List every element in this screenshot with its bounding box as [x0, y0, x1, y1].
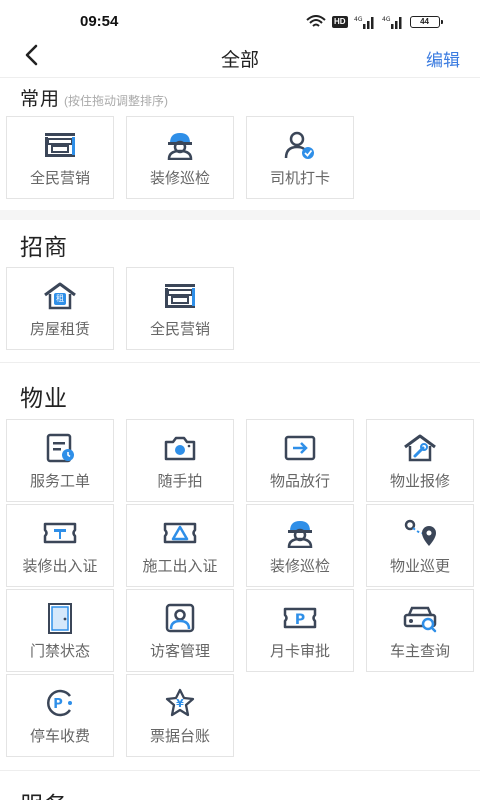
svg-text:4G: 4G: [382, 16, 391, 23]
status-icons: HD 4G 4G 44: [306, 13, 443, 31]
tile-marketing[interactable]: 全民营销: [6, 116, 114, 199]
item-release-icon: [280, 432, 320, 464]
page-title: 全部: [220, 50, 259, 71]
camera-icon: [160, 432, 200, 464]
tile-property-repair[interactable]: 物业报修: [366, 419, 474, 502]
nav-bar: 全部 编辑: [0, 36, 480, 78]
tile-label: 装修巡检: [149, 170, 210, 187]
svg-text:4G: 4G: [354, 16, 363, 23]
construction-pass-icon: [160, 517, 200, 549]
tile-renovation-inspection[interactable]: 装修巡检: [246, 504, 354, 587]
edit-button[interactable]: 编辑: [426, 46, 460, 71]
tile-label: 全民营销: [149, 321, 210, 338]
tile-label: 门禁状态: [29, 643, 90, 660]
renovation-worker-icon: [280, 517, 320, 549]
tile-parking-fee[interactable]: P 停车收费: [6, 674, 114, 757]
tile-property-patrol[interactable]: 物业巡更: [366, 504, 474, 587]
tile-work-order[interactable]: 服务工单: [6, 419, 114, 502]
tile-label: 装修巡检: [269, 558, 330, 575]
parking-card-icon: P: [280, 602, 320, 634]
section-hint: (按住拖动调整排序): [64, 94, 169, 108]
section-divider: [0, 210, 480, 220]
marketing-icon: [160, 280, 200, 312]
tile-label: 月卡审批: [269, 643, 330, 660]
visitor-icon: [160, 602, 200, 634]
receipt-ledger-icon: ¥: [160, 687, 200, 719]
section-title: 物业: [20, 385, 68, 411]
tile-label: 停车收费: [29, 728, 90, 745]
tile-label: 全民营销: [29, 170, 90, 187]
tile-renovation-inspection[interactable]: 装修巡检: [126, 116, 234, 199]
tile-label: 随手拍: [157, 473, 203, 490]
tile-label: 房屋租赁: [29, 321, 90, 338]
hd-badge: HD: [332, 16, 348, 28]
tile-driver-checkin[interactable]: 司机打卡: [246, 116, 354, 199]
tile-car-owner-query[interactable]: 车主查询: [366, 589, 474, 672]
status-time: 09:54: [80, 13, 119, 30]
tile-label: 访客管理: [149, 643, 210, 660]
back-button[interactable]: [14, 42, 50, 72]
tile-house-rent[interactable]: 租 房屋租赁: [6, 267, 114, 350]
house-rent-icon: 租: [40, 280, 80, 312]
section-title: 招商: [20, 234, 68, 260]
tile-label: 物业巡更: [389, 558, 450, 575]
chevron-left-icon: [24, 44, 40, 71]
tile-construction-pass[interactable]: 施工出入证: [126, 504, 234, 587]
signal-icon: 4G: [354, 15, 376, 29]
patrol-route-icon: [400, 517, 440, 549]
tile-door-access[interactable]: 门禁状态: [6, 589, 114, 672]
marketing-icon: [40, 129, 80, 161]
yuan-badge: ¥: [176, 697, 184, 710]
tile-label: 装修出入证: [22, 558, 98, 575]
repair-icon: [400, 432, 440, 464]
parking-badge: P: [295, 612, 305, 628]
wifi-icon: [306, 15, 326, 29]
car-search-icon: [400, 602, 440, 634]
tile-item-release[interactable]: 物品放行: [246, 419, 354, 502]
tile-visitor-management[interactable]: 访客管理: [126, 589, 234, 672]
tile-label: 服务工单: [29, 473, 90, 490]
tile-label: 物品放行: [269, 473, 330, 490]
battery-indicator: 44: [409, 16, 443, 28]
tile-receipt-ledger[interactable]: ¥ 票据台账: [126, 674, 234, 757]
parking-badge: P: [53, 697, 63, 712]
tile-renovation-pass[interactable]: 装修出入证: [6, 504, 114, 587]
tile-label: 物业报修: [389, 473, 450, 490]
renovation-worker-icon: [160, 129, 200, 161]
tile-marketing[interactable]: 全民营销: [126, 267, 234, 350]
rent-badge-text: 租: [56, 293, 64, 303]
work-order-icon: [40, 432, 80, 464]
parking-fee-icon: P: [40, 687, 80, 719]
tile-label: 司机打卡: [269, 170, 330, 187]
section-divider: [0, 362, 480, 363]
tile-label: 车主查询: [389, 643, 450, 660]
section-title: 常用: [20, 89, 61, 110]
tile-label: 票据台账: [149, 728, 210, 745]
signal-icon: 4G: [382, 15, 404, 29]
door-access-icon: [40, 602, 80, 634]
tile-label: 施工出入证: [142, 558, 218, 575]
tile-snapshot[interactable]: 随手拍: [126, 419, 234, 502]
section-divider: [0, 770, 480, 771]
driver-checkin-icon: [280, 129, 320, 161]
renovation-pass-icon: [40, 517, 80, 549]
section-title: 服务: [20, 786, 68, 800]
tile-monthly-card-approval[interactable]: P 月卡审批: [246, 589, 354, 672]
